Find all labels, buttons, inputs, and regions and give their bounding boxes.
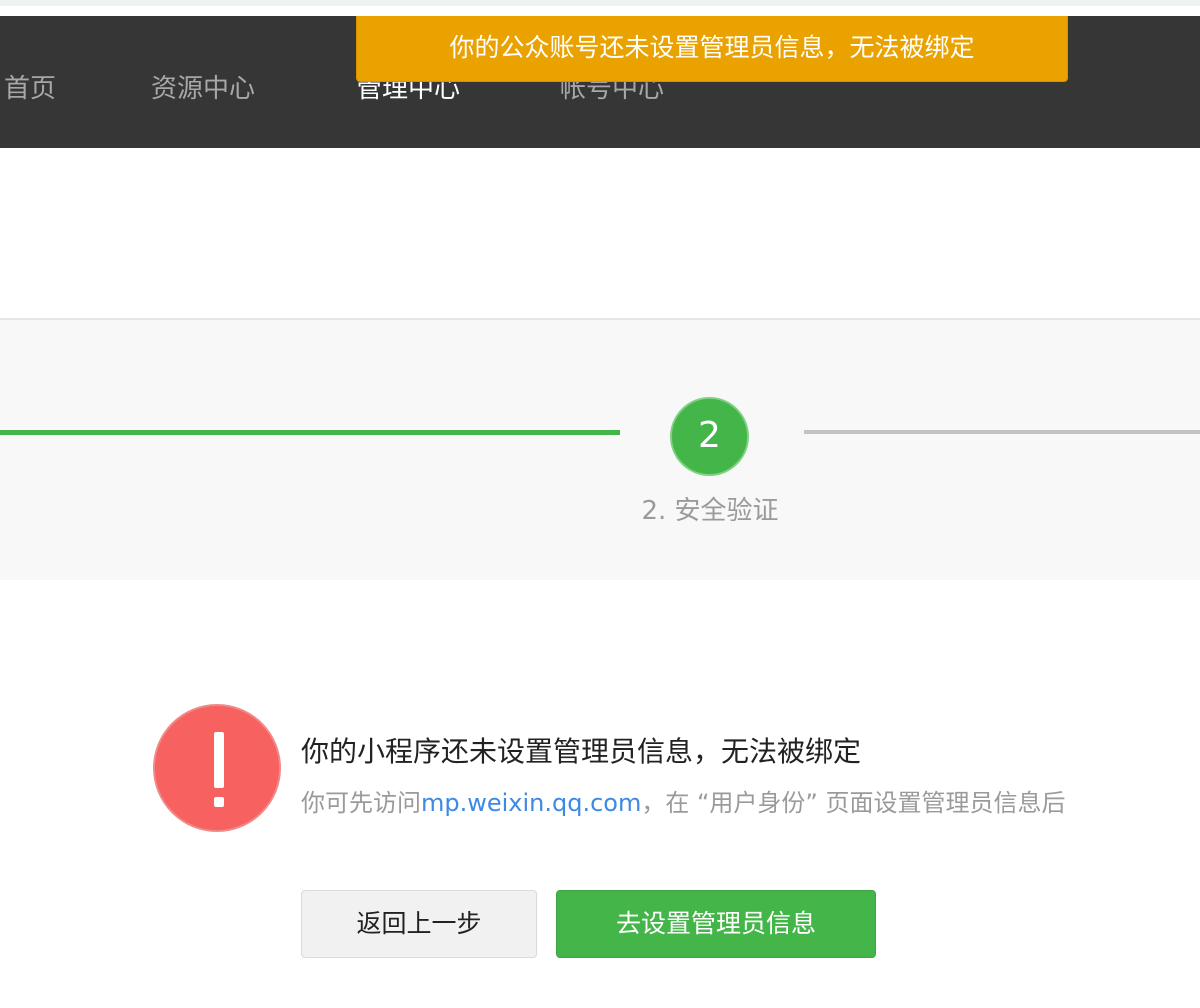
message-description: 你可先访问mp.weixin.qq.com，在 “用户身份” 页面设置管理员信息… — [301, 783, 1200, 817]
message-title: 你的小程序还未设置管理员信息，无法被绑定 — [301, 735, 862, 768]
message-desc-suffix: ，在 “用户身份” 页面设置管理员信息后 — [641, 789, 1066, 817]
message-desc-prefix: 你可先访问 — [301, 789, 421, 817]
set-admin-info-button[interactable]: 去设置管理员信息 — [556, 890, 876, 958]
step-line-pending — [804, 430, 1200, 434]
step-line-completed — [0, 430, 620, 435]
step-progress-bar: 2 2. 安全验证 — [0, 318, 1200, 580]
nav-item-resource-center[interactable]: 资源中心 — [151, 68, 255, 105]
step-current-circle: 2 — [670, 397, 749, 476]
exclamation-icon — [153, 704, 281, 832]
mp-weixin-link[interactable]: mp.weixin.qq.com — [421, 789, 641, 817]
nav-item-home[interactable]: 首页 — [4, 68, 56, 105]
back-button[interactable]: 返回上一步 — [301, 890, 537, 958]
top-strip — [0, 0, 1200, 16]
warning-toast: 你的公众账号还未设置管理员信息，无法被绑定 — [356, 16, 1068, 82]
step-current-label: 2. 安全验证 — [641, 496, 779, 526]
